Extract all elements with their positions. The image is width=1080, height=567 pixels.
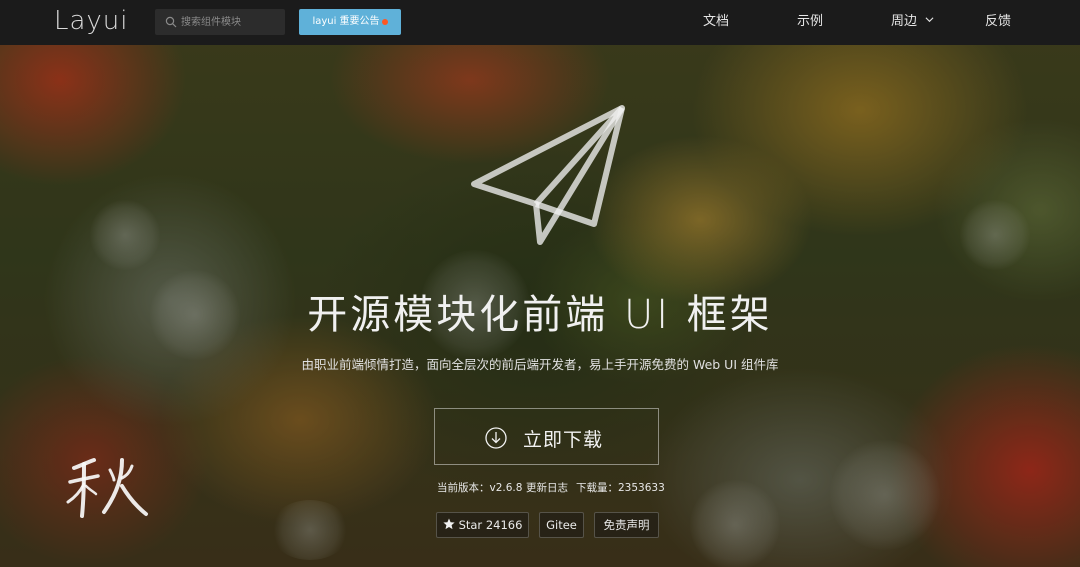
version-label: 当前版本： bbox=[437, 482, 490, 494]
downloads-label: 下载量： bbox=[576, 482, 618, 494]
disclaimer-label: 免责声明 bbox=[603, 518, 650, 532]
logo[interactable]: Layui bbox=[54, 6, 129, 36]
downloads-count: 2353633 bbox=[618, 482, 665, 494]
notification-dot bbox=[382, 19, 388, 25]
nav-item-docs[interactable]: 文档 bbox=[703, 0, 729, 45]
nav-label: 反馈 bbox=[985, 14, 1012, 29]
announcement-button[interactable]: layui 重要公告 bbox=[299, 9, 401, 35]
nav-item-around[interactable]: 周边 bbox=[891, 0, 934, 45]
search-icon bbox=[165, 16, 177, 28]
download-button[interactable]: 立即下载 bbox=[434, 408, 659, 465]
search-input[interactable] bbox=[181, 9, 281, 35]
nav-label: 文档 bbox=[703, 14, 730, 29]
chevron-down-icon bbox=[925, 17, 934, 23]
hero-title: 开源模块化前端 UI 框架 bbox=[307, 292, 773, 338]
nav-label: 示例 bbox=[797, 14, 824, 29]
search-box[interactable] bbox=[155, 9, 285, 35]
hero-subtitle: 由职业前端倾情打造，面向全层次的前后端开发者，易上手开源免费的 Web UI 组… bbox=[301, 357, 779, 372]
announcement-label: layui 重要公告 bbox=[312, 16, 380, 27]
downloads-info: 下载量：2353633 bbox=[576, 480, 665, 495]
calligraphy-autumn bbox=[66, 458, 148, 518]
version-info: 当前版本：v2.6.8 bbox=[437, 480, 522, 495]
nav-item-feedback[interactable]: 反馈 bbox=[985, 0, 1011, 45]
top-header: Layui layui 重要公告 文档 示例 周边 反馈 bbox=[0, 0, 1080, 45]
gitee-label: Gitee bbox=[546, 518, 577, 532]
github-star-button[interactable]: Star 24166 bbox=[436, 512, 529, 538]
paper-plane-icon bbox=[471, 105, 625, 245]
star-label: Star 24166 bbox=[458, 518, 523, 532]
changelog-link[interactable]: 更新日志 bbox=[526, 480, 568, 495]
version-number: v2.6.8 bbox=[489, 482, 523, 494]
star-icon bbox=[442, 518, 455, 530]
nav-item-examples[interactable]: 示例 bbox=[797, 0, 823, 45]
disclaimer-button[interactable]: 免责声明 bbox=[594, 512, 659, 538]
download-icon bbox=[485, 427, 507, 449]
download-label: 立即下载 bbox=[523, 429, 604, 451]
nav-label: 周边 bbox=[891, 14, 918, 29]
gitee-button[interactable]: Gitee bbox=[539, 512, 584, 538]
